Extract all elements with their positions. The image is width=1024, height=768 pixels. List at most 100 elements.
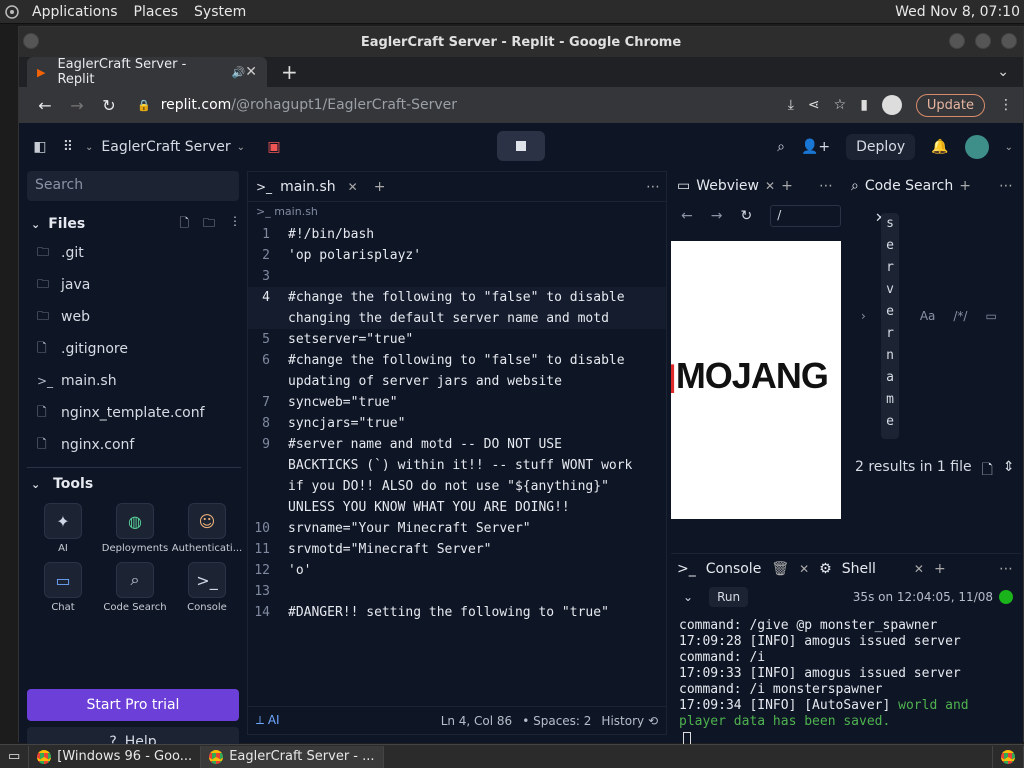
address-bar[interactable]: 🔒 replit.com/@rohagupt1/EaglerCraft-Serv… bbox=[137, 97, 737, 113]
code-area[interactable]: 1 #!/bin/bash 2 'op polarisplayz' 3 4 #change … bbox=[248, 222, 666, 623]
side-panel-icon[interactable]: ▮ bbox=[860, 97, 868, 113]
tab-search-chevron-icon[interactable]: ⌄ bbox=[997, 64, 1009, 80]
menu-applications[interactable]: Applications bbox=[24, 4, 126, 20]
taskbar-item-windows96[interactable]: [Windows 96 - Goo... bbox=[29, 745, 202, 768]
code-line[interactable]: 1 #!/bin/bash bbox=[248, 224, 666, 245]
file-item[interactable]: 🗋 nginx.conf bbox=[27, 429, 241, 461]
project-chevron-icon[interactable]: ⌄ bbox=[237, 142, 245, 153]
history-button[interactable]: History ⟲ bbox=[601, 714, 658, 728]
file-item[interactable]: 🗋 .gitignore bbox=[27, 333, 241, 365]
sidebar-toggle-icon[interactable]: ◧ bbox=[29, 139, 51, 155]
new-file-icon[interactable]: 🗋 bbox=[179, 214, 189, 235]
reload-icon[interactable]: ↻ bbox=[93, 96, 125, 115]
code-line[interactable]: 3 bbox=[248, 266, 666, 287]
tool-deployments[interactable]: ◍ Deployments bbox=[99, 503, 171, 554]
update-button[interactable]: Update bbox=[915, 93, 985, 117]
editor-menu-icon[interactable]: ⋯ bbox=[646, 179, 660, 195]
new-folder-icon[interactable]: 🗀 bbox=[203, 214, 215, 235]
file-item[interactable]: 🗀 java bbox=[27, 269, 241, 301]
maximize-icon[interactable] bbox=[975, 33, 991, 49]
code-search-input[interactable]: servername bbox=[881, 213, 899, 439]
collapse-run-icon[interactable]: ⌄ bbox=[683, 590, 693, 604]
close-window-icon[interactable] bbox=[1001, 33, 1017, 49]
tool-chat[interactable]: ▭ Chat bbox=[27, 562, 99, 613]
taskbar-item-eaglercraft[interactable]: EaglerCraft Server - ... bbox=[201, 745, 384, 768]
webview-url-input[interactable]: / bbox=[770, 205, 841, 227]
tool-authentication[interactable]: ☺ Authenticati... bbox=[171, 503, 243, 554]
tool-ai[interactable]: ✦ AI bbox=[27, 503, 99, 554]
webview-forward-icon[interactable]: → bbox=[711, 208, 723, 224]
minimize-icon[interactable] bbox=[949, 33, 965, 49]
notification-box-icon[interactable]: ▣ bbox=[263, 139, 285, 155]
close-editor-tab-icon[interactable]: ✕ bbox=[348, 180, 358, 194]
code-search-tab[interactable]: Code Search bbox=[865, 178, 953, 194]
webview-page[interactable]: ▮MOJANG bbox=[671, 241, 841, 519]
code-line[interactable]: 5 setserver="true" bbox=[248, 329, 666, 350]
new-tab-icon[interactable]: + bbox=[281, 60, 298, 84]
lock-icon[interactable]: 🔒 bbox=[137, 99, 151, 112]
sidebar-search-input[interactable]: Search bbox=[27, 171, 239, 201]
tools-collapse-chevron-icon[interactable]: ⌄ bbox=[31, 478, 40, 491]
os-logo-icon[interactable] bbox=[0, 0, 24, 24]
webview-menu-icon[interactable]: ⋯ bbox=[819, 178, 833, 194]
code-line[interactable]: 6 #change the following to "false" to dis… bbox=[248, 350, 666, 392]
open-results-icon[interactable]: 🗋 bbox=[982, 459, 993, 483]
new-pane-tab-icon[interactable]: + bbox=[959, 178, 971, 194]
expand-replace-icon[interactable]: › bbox=[861, 309, 866, 323]
tool-code-search[interactable]: ⌕ Code Search bbox=[99, 562, 171, 613]
new-console-tab-icon[interactable]: + bbox=[934, 561, 946, 577]
spaces-indicator[interactable]: • Spaces: 2 bbox=[522, 714, 591, 728]
menu-system[interactable]: System bbox=[186, 4, 254, 20]
close-shell-icon[interactable]: ✕ bbox=[914, 562, 924, 576]
new-editor-tab-icon[interactable]: + bbox=[374, 179, 386, 195]
code-search-menu-icon[interactable]: ⋯ bbox=[999, 178, 1013, 194]
clock[interactable]: Wed Nov 8, 07:10 bbox=[895, 4, 1024, 20]
close-tab-icon[interactable]: ✕ bbox=[245, 64, 257, 80]
deploy-button[interactable]: Deploy bbox=[846, 134, 916, 160]
replit-logo-icon[interactable]: ⠿ bbox=[57, 139, 79, 155]
window-menu-icon[interactable] bbox=[23, 33, 39, 49]
webview-reload-icon[interactable]: ↻ bbox=[740, 208, 752, 224]
clear-console-icon[interactable]: 🗑 bbox=[771, 561, 789, 577]
tray-chrome-icon[interactable] bbox=[992, 745, 1024, 768]
whole-word-icon[interactable]: ▭ bbox=[985, 309, 996, 323]
invite-icon[interactable]: 👤+ bbox=[801, 139, 830, 155]
project-name[interactable]: EaglerCraft Server bbox=[101, 139, 230, 155]
file-item[interactable]: 🗀 .git bbox=[27, 237, 241, 269]
code-line[interactable]: 12 'o' bbox=[248, 560, 666, 581]
window-titlebar[interactable]: EaglerCraft Server - Replit - Google Chr… bbox=[19, 27, 1023, 57]
search-icon[interactable]: ⌕ bbox=[777, 139, 785, 155]
chrome-menu-icon[interactable]: ⋮ bbox=[999, 97, 1013, 113]
code-line[interactable]: 9 #server name and motd -- DO NOT USE BAC… bbox=[248, 434, 666, 518]
bell-icon[interactable]: 🔔 bbox=[931, 139, 948, 155]
file-item[interactable]: >_ main.sh bbox=[27, 365, 241, 397]
user-chevron-icon[interactable]: ⌄ bbox=[1005, 142, 1013, 153]
back-icon[interactable]: ← bbox=[29, 96, 61, 115]
code-line[interactable]: 13 bbox=[248, 581, 666, 602]
file-item[interactable]: 🗀 web bbox=[27, 301, 241, 333]
collapse-results-icon[interactable]: ⇕ bbox=[1003, 459, 1015, 483]
code-line[interactable]: 14 #DANGER!! setting the following to "tr… bbox=[248, 602, 666, 623]
shell-tab[interactable]: Shell bbox=[842, 561, 876, 577]
code-line[interactable]: 7 syncweb="true" bbox=[248, 392, 666, 413]
bookmark-star-icon[interactable]: ☆ bbox=[834, 97, 847, 113]
breadcrumb-file[interactable]: main.sh bbox=[274, 205, 318, 218]
code-line[interactable]: 8 syncjars="true" bbox=[248, 413, 666, 434]
ai-status[interactable]: ⟂ AI bbox=[256, 713, 280, 728]
console-output[interactable]: command: /give @p monster_spawner 17:09:… bbox=[671, 610, 1021, 746]
console-tab[interactable]: Console bbox=[706, 561, 762, 577]
close-console-icon[interactable]: ✕ bbox=[799, 562, 809, 576]
menu-places[interactable]: Places bbox=[126, 4, 187, 20]
regex-icon[interactable]: /*/ bbox=[953, 309, 967, 323]
files-collapse-chevron-icon[interactable]: ⌄ bbox=[31, 218, 40, 231]
webview-tab[interactable]: Webview bbox=[696, 178, 759, 194]
profile-avatar-icon[interactable] bbox=[881, 95, 902, 115]
files-menu-icon[interactable]: ⋮ bbox=[229, 214, 241, 235]
console-menu-icon[interactable]: ⋯ bbox=[999, 561, 1013, 577]
tool-console[interactable]: >_ Console bbox=[171, 562, 243, 613]
editor-tab-main-sh[interactable]: main.sh bbox=[280, 179, 336, 195]
code-line[interactable]: 4 #change the following to "false" to dis… bbox=[248, 287, 666, 329]
start-pro-trial-button[interactable]: Start Pro trial bbox=[27, 689, 239, 721]
webview-back-icon[interactable]: ← bbox=[681, 208, 693, 224]
stop-button[interactable] bbox=[497, 131, 545, 161]
